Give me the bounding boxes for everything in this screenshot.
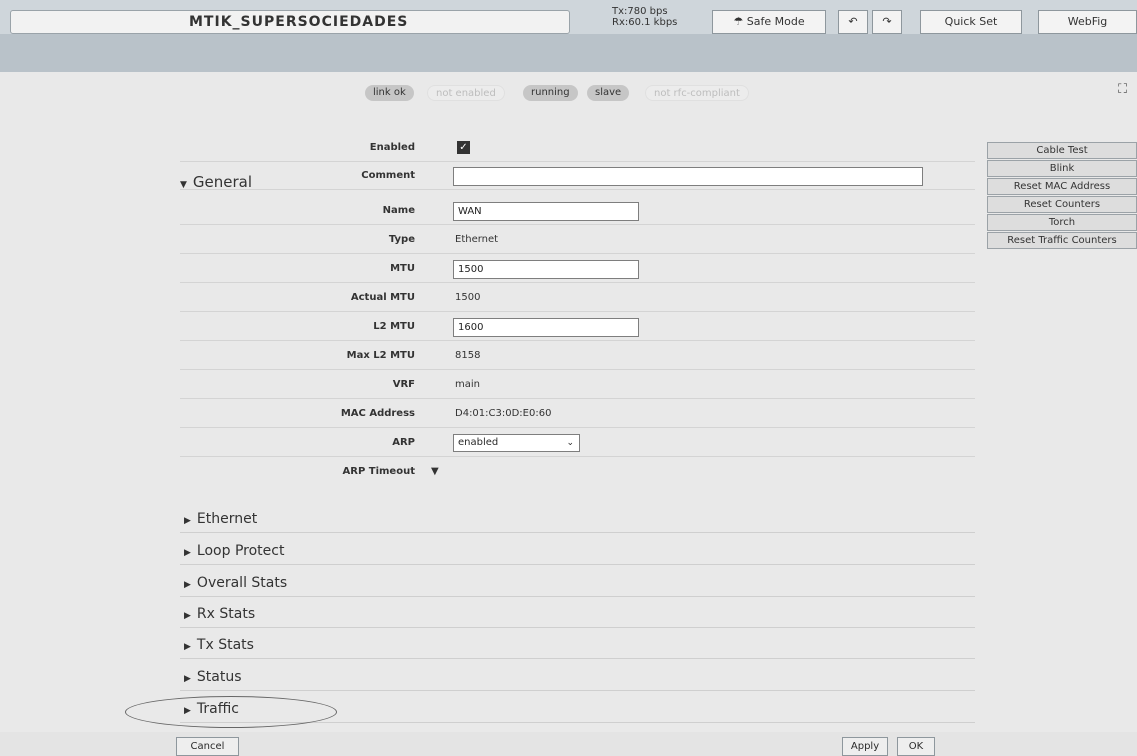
name-label: Name [382, 205, 415, 216]
expand-arrow-icon[interactable]: ▼ [431, 458, 439, 486]
apply-button[interactable]: Apply [842, 737, 888, 756]
collapsed-arrow-icon: ▶ [184, 611, 191, 621]
expanded-arrow-icon: ▼ [180, 180, 187, 190]
section-label: Ethernet [196, 511, 258, 527]
collapsed-arrow-icon: ▶ [184, 580, 191, 590]
arp-select[interactable]: enabled ⌄ [453, 434, 580, 452]
section-label: Rx Stats [196, 606, 256, 622]
vrf-value: main [455, 379, 480, 390]
enabled-label: Enabled [369, 142, 415, 153]
mtu-input[interactable]: 1500 [453, 260, 639, 279]
general-section-label: General [192, 173, 253, 191]
actual-mtu-value: 1500 [455, 292, 481, 303]
arp-row: ARP enabled ⌄ [180, 429, 975, 457]
actual-mtu-row: Actual MTU 1500 [180, 284, 975, 312]
arp-label: ARP [392, 437, 415, 448]
section-loop-protect[interactable]: ▶ Loop Protect [180, 537, 975, 565]
type-label: Type [388, 234, 415, 245]
section-tx-stats[interactable]: ▶ Tx Stats [180, 631, 975, 659]
section-rx-stats[interactable]: ▶ Rx Stats [180, 600, 975, 628]
mtu-label: MTU [390, 263, 415, 274]
webfig-button[interactable]: WebFig [1038, 10, 1137, 34]
max-l2-mtu-label: Max L2 MTU [346, 350, 415, 361]
section-label: Tx Stats [196, 637, 254, 653]
l2-mtu-label: L2 MTU [373, 321, 415, 332]
router-identity: MTIK_SUPERSOCIEDADES [10, 10, 570, 34]
max-l2-mtu-row: Max L2 MTU 8158 [180, 342, 975, 370]
enabled-checkbox[interactable]: ✓ [457, 141, 470, 154]
undo-button[interactable]: ↶ [838, 10, 868, 34]
safe-mode-label: Safe Mode [746, 15, 805, 28]
arp-select-value: enabled [458, 437, 499, 448]
mac-address-value: D4:01:C3:0D:E0:60 [455, 408, 552, 419]
arp-timeout-row: ARP Timeout ▼ [180, 458, 975, 486]
traffic-highlight-circle [125, 696, 337, 728]
undo-icon: ↶ [848, 15, 858, 28]
collapsed-arrow-icon: ▶ [184, 516, 191, 526]
flag-not-rfc-compliant: not rfc-compliant [645, 85, 749, 101]
flag-running: running [523, 85, 578, 101]
vrf-label: VRF [392, 379, 415, 390]
traffic-readout: Tx:780 bps Rx:60.1 kbps [612, 6, 677, 28]
section-label: Status [196, 669, 242, 685]
type-value: Ethernet [455, 234, 499, 245]
name-input[interactable]: WAN [453, 202, 639, 221]
name-row: Name WAN [180, 197, 975, 225]
reset-counters-button[interactable]: Reset Counters [987, 196, 1137, 213]
section-overall-stats[interactable]: ▶ Overall Stats [180, 569, 975, 597]
cancel-button[interactable]: Cancel [176, 737, 239, 756]
safe-mode-icon: ☂ [733, 15, 744, 28]
mac-address-label: MAC Address [340, 408, 415, 419]
arp-timeout-label: ARP Timeout [342, 466, 415, 477]
section-label: Loop Protect [196, 543, 285, 559]
comment-row: Comment [180, 162, 975, 190]
blink-button[interactable]: Blink [987, 160, 1137, 177]
actual-mtu-label: Actual MTU [350, 292, 415, 303]
general-section-header[interactable]: ▼ General [180, 173, 252, 191]
collapsed-arrow-icon: ▶ [184, 674, 191, 684]
l2-mtu-input[interactable]: 1600 [453, 318, 639, 337]
l2-mtu-row: L2 MTU 1600 [180, 313, 975, 341]
vrf-row: VRF main [180, 371, 975, 399]
flag-link-ok: link ok [365, 85, 414, 101]
redo-button[interactable]: ↷ [872, 10, 902, 34]
section-label: Overall Stats [196, 575, 288, 591]
max-l2-mtu-value: 8158 [455, 350, 481, 361]
flag-not-enabled: not enabled [427, 85, 505, 101]
tx-rate: Tx:780 bps [612, 6, 668, 17]
section-status[interactable]: ▶ Status [180, 663, 975, 691]
reset-traffic-counters-button[interactable]: Reset Traffic Counters [987, 232, 1137, 249]
cable-test-button[interactable]: Cable Test [987, 142, 1137, 159]
redo-icon: ↷ [882, 15, 892, 28]
reset-mac-address-button[interactable]: Reset MAC Address [987, 178, 1137, 195]
enabled-row: Enabled ✓ [180, 134, 975, 162]
comment-field[interactable] [453, 167, 923, 186]
mac-address-row: MAC Address D4:01:C3:0D:E0:60 [180, 400, 975, 428]
ok-button[interactable]: OK [897, 737, 935, 756]
collapsed-arrow-icon: ▶ [184, 642, 191, 652]
section-ethernet[interactable]: ▶ Ethernet [180, 505, 975, 533]
chevron-down-icon: ⌄ [566, 438, 574, 448]
safe-mode-button[interactable]: ☂ Safe Mode [712, 10, 826, 34]
flag-slave: slave [587, 85, 630, 101]
mtu-row: MTU 1500 [180, 255, 975, 283]
torch-button[interactable]: Torch [987, 214, 1137, 231]
rx-rate: Rx:60.1 kbps [612, 17, 678, 28]
fullscreen-icon[interactable]: ⛶ [1118, 82, 1127, 97]
quick-set-button[interactable]: Quick Set [920, 10, 1022, 34]
type-row: Type Ethernet [180, 226, 975, 254]
footer-bar [0, 732, 1137, 756]
collapsed-arrow-icon: ▶ [184, 548, 191, 558]
